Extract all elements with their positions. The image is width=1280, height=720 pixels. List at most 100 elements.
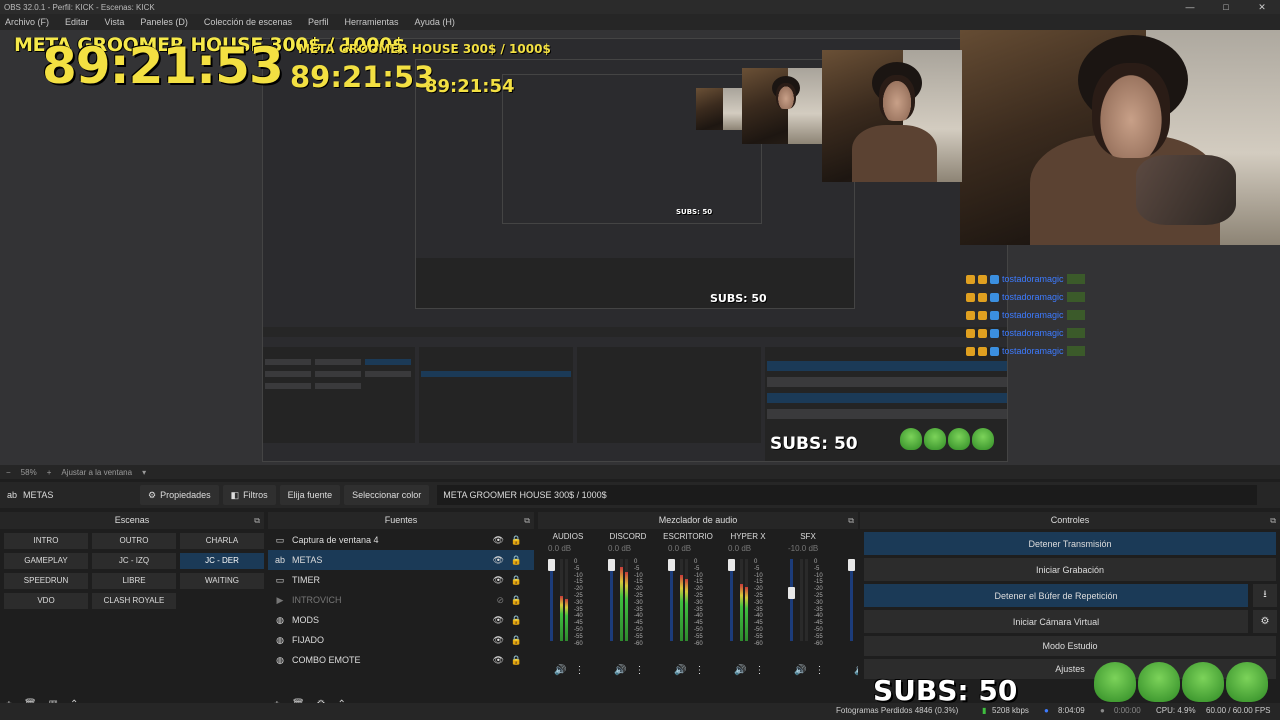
eye-off-icon[interactable]: ⊘ bbox=[496, 595, 504, 606]
stop-stream-button[interactable]: Detener Transmisión bbox=[864, 532, 1276, 555]
lock-icon[interactable]: 🔒 bbox=[511, 655, 522, 666]
source-item[interactable]: ◍ MODS 👁 🔒 bbox=[268, 610, 534, 630]
menu-help[interactable]: Ayuda (H) bbox=[415, 17, 455, 27]
menu-docks[interactable]: Paneles (D) bbox=[140, 17, 188, 27]
source-item[interactable]: ▭ Captura de ventana 4 👁 🔒 bbox=[268, 530, 534, 550]
lock-icon[interactable]: 🔒 bbox=[511, 555, 522, 566]
webcam-feed-nested bbox=[822, 50, 962, 182]
fader-knob[interactable] bbox=[848, 559, 855, 571]
stop-replay-buffer-button[interactable]: Detener el Búfer de Repetición ⭳ bbox=[864, 584, 1277, 607]
filter-icon: ◧ bbox=[230, 489, 240, 500]
scene-jc-der[interactable]: JC - DER bbox=[180, 553, 264, 569]
fader-knob[interactable] bbox=[788, 587, 795, 599]
source-item[interactable]: ▶ INTROVICH ⊘ 🔒 bbox=[268, 590, 534, 610]
menu-view[interactable]: Vista bbox=[105, 17, 125, 27]
menu-edit[interactable]: Editar bbox=[65, 17, 89, 27]
source-item[interactable]: ◍ FIJADO 👁 🔒 bbox=[268, 630, 534, 650]
scene-intro[interactable]: INTRO bbox=[4, 533, 88, 549]
network-icon: ▮ bbox=[982, 706, 987, 715]
fader-knob[interactable] bbox=[728, 559, 735, 571]
more-options-icon[interactable]: ⋮ bbox=[814, 665, 824, 676]
lock-icon[interactable]: 🔒 bbox=[511, 615, 522, 626]
close-button[interactable]: ✕ bbox=[1244, 0, 1280, 14]
source-item[interactable]: ◍ COMBO EMOTE 👁 🔒 bbox=[268, 650, 534, 670]
more-options-icon[interactable]: ⋮ bbox=[754, 665, 764, 676]
mixer-channel: S0-5-10-15-20-25-30-35-40-45-50-55-60🔊⋮ bbox=[838, 529, 858, 676]
source-item[interactable]: ▭ TIMER 👁 🔒 bbox=[268, 570, 534, 590]
studio-mode-button[interactable]: Modo Estudio bbox=[864, 636, 1276, 656]
scene-outro[interactable]: OUTRO bbox=[92, 533, 176, 549]
fader-knob[interactable] bbox=[548, 559, 555, 571]
eye-icon[interactable]: 👁 bbox=[493, 655, 504, 666]
speaker-icon[interactable]: 🔊 bbox=[854, 665, 858, 676]
subs-overlay-nested-2: SUBS: 50 bbox=[710, 292, 767, 305]
lock-icon[interactable]: 🔒 bbox=[511, 635, 522, 646]
more-options-icon[interactable]: ⋮ bbox=[574, 665, 584, 676]
frog-emotes bbox=[1094, 662, 1268, 702]
more-options-icon[interactable]: ⋮ bbox=[634, 665, 644, 676]
speaker-icon[interactable]: 🔊 bbox=[674, 665, 686, 676]
channel-name: ESCRITORIO bbox=[663, 532, 713, 541]
volume-fader[interactable] bbox=[550, 559, 553, 641]
eye-icon[interactable]: 👁 bbox=[493, 615, 504, 626]
scene-charla[interactable]: CHARLA bbox=[180, 533, 264, 549]
volume-fader[interactable] bbox=[730, 559, 733, 641]
eye-icon[interactable]: 👁 bbox=[493, 635, 504, 646]
select-color-button[interactable]: Seleccionar color bbox=[344, 485, 430, 505]
menu-profile[interactable]: Perfil bbox=[308, 17, 329, 27]
undock-icon[interactable]: ⧉ bbox=[524, 512, 530, 529]
undock-icon[interactable]: ⧉ bbox=[848, 512, 854, 529]
fader-knob[interactable] bbox=[668, 559, 675, 571]
undock-icon[interactable]: ⧉ bbox=[254, 512, 260, 529]
fit-window-label[interactable]: Ajustar a la ventana bbox=[61, 468, 132, 477]
scene-speedrun[interactable]: SPEEDRUN bbox=[4, 573, 88, 589]
lock-icon[interactable]: 🔒 bbox=[511, 535, 522, 546]
undock-icon[interactable]: ⧉ bbox=[1270, 512, 1276, 529]
lock-icon[interactable]: 🔒 bbox=[511, 575, 522, 586]
properties-button[interactable]: ⚙ Propiedades bbox=[140, 485, 219, 505]
filters-button[interactable]: ◧ Filtros bbox=[222, 485, 276, 505]
menu-tools[interactable]: Herramientas bbox=[345, 17, 399, 27]
scene-waiting[interactable]: WAITING bbox=[180, 573, 264, 589]
maximize-button[interactable]: □ bbox=[1208, 0, 1244, 14]
source-context-bar: ab METAS ⚙ Propiedades ◧ Filtros Elija f… bbox=[0, 482, 1280, 508]
menu-scene-collection[interactable]: Colección de escenas bbox=[204, 17, 292, 27]
scene-vdo[interactable]: VDO bbox=[4, 593, 88, 609]
eye-icon[interactable]: 👁 bbox=[493, 555, 504, 566]
volume-fader[interactable] bbox=[850, 559, 853, 641]
source-text-field[interactable]: META GROOMER HOUSE 300$ / 1000$ bbox=[437, 485, 1258, 505]
speaker-icon[interactable]: 🔊 bbox=[734, 665, 746, 676]
speaker-icon[interactable]: 🔊 bbox=[554, 665, 566, 676]
menu-file[interactable]: Archivo (F) bbox=[5, 17, 49, 27]
lock-icon[interactable]: 🔒 bbox=[511, 595, 522, 606]
dropped-frames: Fotogramas Perdidos 4846 (0.3%) bbox=[836, 706, 959, 715]
save-replay-icon[interactable]: ⭳ bbox=[1253, 584, 1277, 607]
scene-libre[interactable]: LIBRE bbox=[92, 573, 176, 589]
volume-fader[interactable] bbox=[610, 559, 613, 641]
speaker-icon[interactable]: 🔊 bbox=[794, 665, 806, 676]
volume-fader[interactable] bbox=[670, 559, 673, 641]
minimize-button[interactable]: — bbox=[1172, 0, 1208, 14]
frog-emotes-nested bbox=[900, 428, 994, 450]
volume-fader[interactable] bbox=[790, 559, 793, 641]
globe-icon: ◍ bbox=[276, 614, 284, 625]
preview-canvas[interactable]: META GROOMER HOUSE 300$ / 1000$ 89:21:53… bbox=[0, 30, 1280, 465]
start-recording-button[interactable]: Iniciar Grabación bbox=[864, 558, 1276, 581]
zoom-out-button[interactable]: − bbox=[6, 468, 11, 477]
fps: 60.00 / 60.00 FPS bbox=[1206, 706, 1271, 715]
eye-icon[interactable]: 👁 bbox=[493, 535, 504, 546]
more-options-icon[interactable]: ⋮ bbox=[694, 665, 704, 676]
gear-icon[interactable]: ⚙ bbox=[1253, 610, 1277, 633]
scene-clash-royale[interactable]: CLASH ROYALE bbox=[92, 593, 176, 609]
chevron-down-icon[interactable]: ▾ bbox=[142, 468, 146, 477]
fader-knob[interactable] bbox=[608, 559, 615, 571]
choose-source-button[interactable]: Elija fuente bbox=[279, 485, 341, 505]
scene-jc-izq[interactable]: JC - IZQ bbox=[92, 553, 176, 569]
start-virtual-camera-button[interactable]: Iniciar Cámara Virtual ⚙ bbox=[864, 610, 1277, 633]
meter-scale: 0 -5 -10 -15 -20 -25 -30 -35 -40 -45 -50 -55 -60 bbox=[814, 559, 823, 647]
speaker-icon[interactable]: 🔊 bbox=[614, 665, 626, 676]
zoom-in-button[interactable]: + bbox=[47, 468, 52, 477]
source-item[interactable]: ab METAS 👁 🔒 bbox=[268, 550, 534, 570]
scene-gameplay[interactable]: GAMEPLAY bbox=[4, 553, 88, 569]
eye-icon[interactable]: 👁 bbox=[493, 575, 504, 586]
